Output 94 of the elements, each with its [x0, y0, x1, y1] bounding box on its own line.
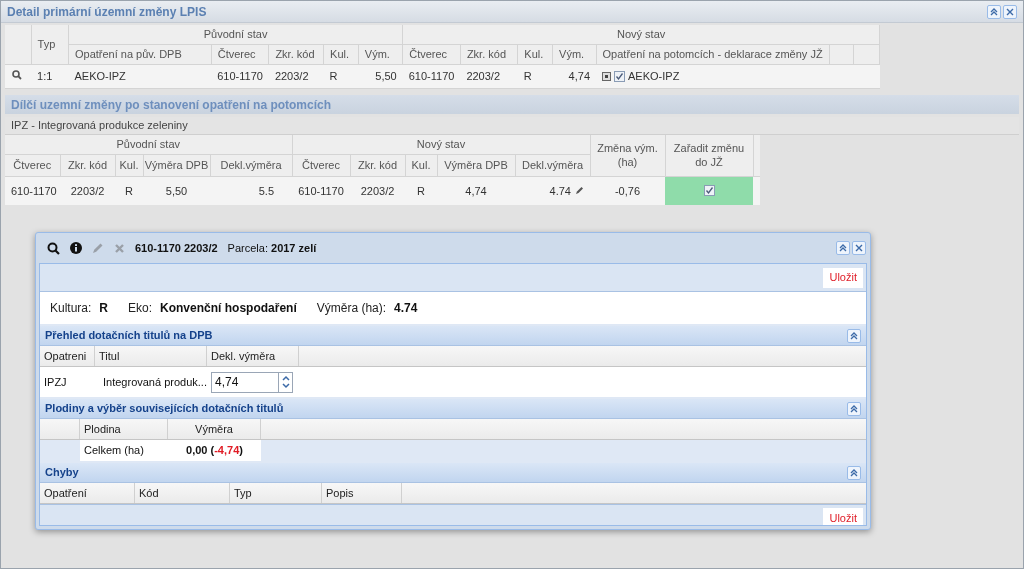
spinner-icon[interactable] [279, 371, 293, 393]
column-header[interactable]: Kul. [411, 158, 431, 171]
collapse-icon[interactable] [836, 241, 850, 255]
table-cell: 2203/2 [70, 184, 105, 197]
column-header[interactable]: Typ [37, 38, 56, 50]
field-label: Výměra (ha): [316, 300, 387, 317]
table-cell: 610-1170 [298, 184, 344, 197]
column-header[interactable]: Zkr. kód [357, 158, 398, 171]
column-header[interactable]: Čtverec [13, 158, 52, 171]
column-group-header: Původní stav [203, 28, 268, 40]
column-header[interactable]: Opatreni [44, 347, 87, 365]
table-cell: 5.5 [258, 184, 274, 197]
table-cell: -0,76 [614, 184, 641, 197]
column-header[interactable]: Dekl.výměra [220, 158, 282, 171]
table-cell: 2203/2 [274, 70, 309, 82]
column-header[interactable]: Titul [99, 347, 120, 365]
parcel-label: Parcela: 2017 zelí [227, 240, 317, 256]
pencil-icon[interactable] [575, 185, 584, 195]
table-cell: 1:1 [37, 70, 53, 82]
column-group-header: Nový stav [616, 28, 666, 40]
column-header[interactable]: Kul. [330, 47, 350, 60]
column-header[interactable]: Čtverec [302, 158, 340, 171]
table-cell: R [417, 184, 425, 197]
column-header[interactable]: Dekl.výměra [521, 158, 584, 171]
section-title: Přehled dotačních titulů na DPB [45, 328, 213, 344]
column-group-header: Původní stav [116, 138, 181, 150]
column-header[interactable]: Výměra DPB [444, 158, 508, 171]
column-header[interactable]: Čtverec [409, 47, 448, 60]
column-header[interactable]: Výměra DPB [144, 158, 209, 171]
table-cell: R [125, 184, 133, 197]
record-title: 610-1170 2203/2 [135, 240, 218, 256]
column-header[interactable]: Kód [139, 484, 159, 502]
checkbox[interactable] [703, 185, 715, 197]
section-title: Chyby [45, 465, 79, 481]
total-value: 0,00 (-4,74) [186, 443, 243, 459]
field-value: R [99, 300, 109, 317]
field-label: Eko: [128, 300, 153, 317]
search-icon[interactable] [47, 241, 60, 255]
table-cell: 2203/2 [360, 184, 395, 197]
field-value: Konvenční hospodaření [160, 300, 297, 317]
column-header[interactable]: Plodina [84, 420, 121, 438]
column-header[interactable]: Kul. [524, 47, 544, 60]
column-header[interactable]: Čtverec [217, 47, 256, 60]
table-cell: 610-1170 [217, 70, 263, 82]
column-header[interactable]: Zkr. kód [67, 158, 108, 171]
column-header[interactable]: Zkr. kód [466, 47, 506, 60]
column-header[interactable]: Změna vým. (ha) [596, 141, 659, 170]
table-cell: 610-1170 [408, 70, 455, 82]
column-header[interactable]: Opatření na pův. DPB [74, 47, 182, 60]
collapse-icon[interactable] [987, 4, 1001, 19]
table-cell: AEKO-IPZ [74, 70, 126, 82]
column-header[interactable]: Zkr. kód [275, 47, 315, 60]
section-title: Plodiny a výběr souvisejících dotačních titulů [45, 401, 284, 417]
table-cell: 610-1170 [11, 184, 57, 197]
field-value: 4.74 [394, 300, 418, 317]
table-cell-text: Integrovaná produk... [103, 374, 207, 390]
column-header[interactable]: Zařadit změnu do JŽ [671, 141, 747, 170]
column-header[interactable]: Kul. [119, 158, 139, 171]
close-icon[interactable] [1003, 4, 1017, 19]
column-header[interactable]: Popis [326, 484, 354, 502]
table-cell-text: IPZJ [44, 374, 67, 390]
column-header[interactable]: Opatření na potomcích - deklarace změny JŽ [602, 47, 823, 60]
info-icon[interactable] [70, 242, 82, 254]
column-header[interactable]: Výměra [195, 420, 233, 438]
collapse-icon[interactable] [847, 465, 861, 480]
column-header[interactable]: Dekl. výměra [211, 347, 276, 365]
table-cell: R [329, 70, 338, 82]
group-title: IPZ - Integrovaná produkce zeleniny [11, 118, 188, 134]
table-cell: 5,50 [375, 70, 397, 82]
table-cell: 4,74 [465, 184, 487, 197]
collapse-icon[interactable] [847, 401, 861, 416]
search-icon[interactable] [12, 70, 22, 80]
collapse-icon[interactable] [847, 328, 861, 343]
table-cell-text: AEKO-IPZ [628, 69, 680, 84]
column-group-header: Nový stav [416, 138, 466, 150]
table-cell: 2203/2 [466, 70, 501, 82]
section-title: Dílčí uzemní změny po stanovení opatření na potomcích [11, 96, 332, 114]
table-cell: 5,50 [165, 184, 188, 197]
column-header[interactable]: Opatření [44, 484, 87, 502]
number-field[interactable]: 4,74 [211, 371, 279, 393]
window-title: Detail primární územní změny LPIS [7, 3, 207, 21]
close-icon[interactable] [852, 241, 866, 255]
table-cell: R [523, 70, 532, 82]
table-cell: 4,74 [568, 70, 591, 82]
table-cell: 4.74 [549, 184, 571, 197]
checkbox[interactable] [614, 70, 626, 82]
save-button[interactable]: Uložit [823, 267, 863, 288]
column-header[interactable]: Typ [234, 484, 252, 502]
save-button[interactable]: Uložit [823, 508, 863, 525]
expand-toggle-icon[interactable] [602, 71, 612, 81]
field-label: Kultura: [50, 300, 92, 317]
table-cell-text: Celkem (ha) [84, 443, 144, 459]
column-header[interactable]: Vým. [364, 47, 390, 60]
column-header[interactable]: Vým. [559, 47, 585, 60]
